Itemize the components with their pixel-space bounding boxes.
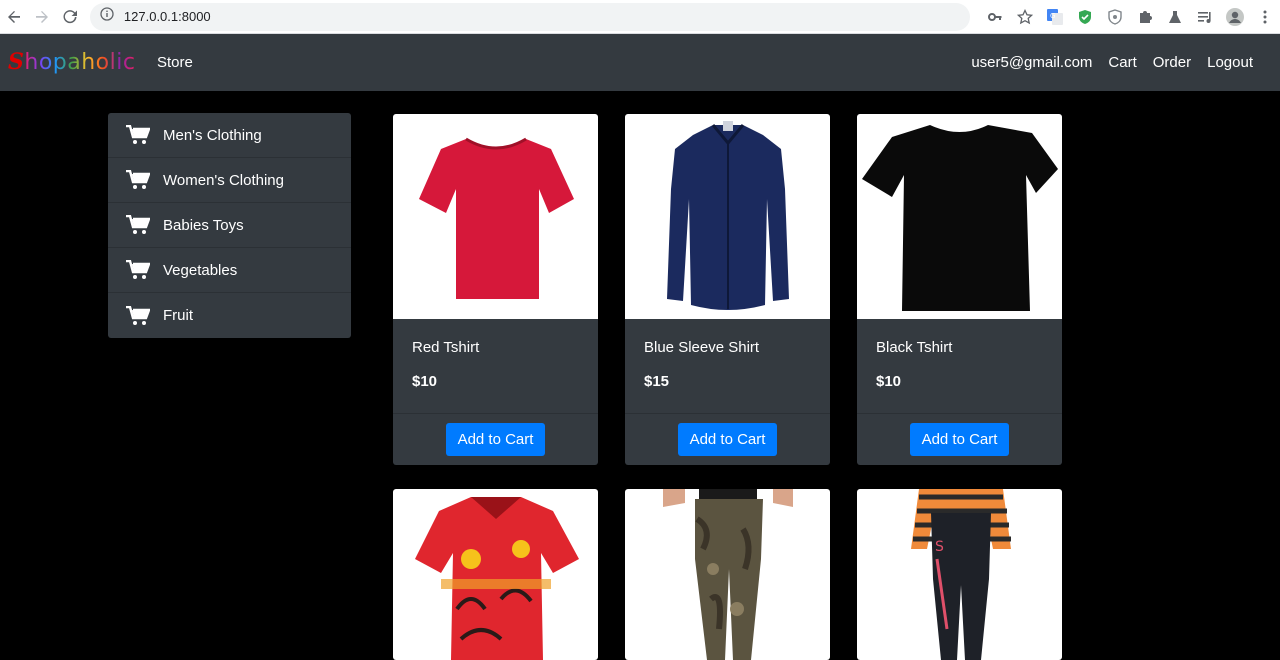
sidebar-item-label: Men's Clothing — [163, 126, 262, 144]
product-price: $15 — [644, 373, 670, 390]
nav-logout-link[interactable]: Logout — [1207, 54, 1253, 71]
sidebar-item-label: Babies Toys — [163, 216, 244, 234]
cargo-pants-image — [662, 489, 793, 660]
cart-icon — [126, 170, 150, 190]
category-sidebar: Men's Clothing Women's Clothing Babies T… — [108, 113, 351, 338]
sidebar-item-label: Vegetables — [163, 261, 238, 279]
tshirt-image — [418, 137, 574, 299]
product-image[interactable] — [857, 114, 1062, 319]
add-to-cart-button[interactable]: Add to Cart — [909, 423, 1010, 456]
sidebar-item-vegetables[interactable]: Vegetables — [108, 248, 351, 293]
nav-user-email[interactable]: user5@gmail.com — [971, 54, 1092, 71]
product-price: $10 — [876, 373, 902, 390]
shield-icon[interactable] — [1100, 2, 1130, 32]
product-price: $10 — [412, 373, 438, 390]
puzzle-icon[interactable] — [1130, 2, 1160, 32]
product-name: Black Tshirt — [876, 339, 953, 356]
address-bar[interactable]: 127.0.0.1:8000 — [89, 2, 970, 31]
tshirt-image — [861, 124, 1058, 311]
cart-icon — [126, 125, 150, 145]
media-icon[interactable] — [1190, 2, 1220, 32]
reload-icon[interactable] — [56, 2, 84, 32]
product-card: Black Tshirt $10 Add to Cart — [857, 114, 1062, 465]
product-card — [625, 489, 830, 660]
sidebar-item-mens-clothing[interactable]: Men's Clothing — [108, 113, 351, 158]
cart-icon — [126, 305, 150, 326]
product-card — [393, 489, 598, 660]
back-icon[interactable] — [0, 2, 28, 32]
nav-cart-link[interactable]: Cart — [1108, 54, 1136, 71]
product-name: Red Tshirt — [412, 339, 480, 356]
product-name: Blue Sleeve Shirt — [644, 339, 760, 356]
product-card: S — [857, 489, 1062, 660]
key-icon[interactable] — [980, 2, 1010, 32]
add-to-cart-button[interactable]: Add to Cart — [677, 423, 778, 456]
shirt-image — [666, 120, 789, 310]
menu-icon[interactable] — [1250, 2, 1280, 32]
forward-icon[interactable] — [28, 2, 56, 32]
brand-rest: hopaholic — [24, 50, 136, 75]
sidebar-item-label: Fruit — [163, 307, 193, 324]
profile-icon[interactable] — [1220, 2, 1250, 32]
track-pants-image: S — [910, 489, 1011, 660]
product-image[interactable] — [393, 114, 598, 319]
sidebar-item-fruit[interactable]: Fruit — [108, 293, 351, 338]
translate-icon[interactable]: G — [1040, 2, 1070, 32]
product-image[interactable] — [625, 489, 830, 660]
sidebar-item-womens-clothing[interactable]: Women's Clothing — [108, 158, 351, 203]
star-icon[interactable] — [1010, 2, 1040, 32]
product-card: Blue Sleeve Shirt $15 Add to Cart — [625, 114, 830, 465]
site-navbar: Shopaholic Store user5@gmail.com Cart Or… — [0, 34, 1280, 91]
cart-icon — [126, 260, 150, 280]
product-card: Red Tshirt $10 Add to Cart — [393, 114, 598, 465]
url-text: 127.0.0.1:8000 — [123, 9, 211, 24]
sidebar-item-babies-toys[interactable]: Babies Toys — [108, 203, 351, 248]
nav-store-link[interactable]: Store — [157, 54, 193, 71]
browser-toolbar: 127.0.0.1:8000 G — [0, 0, 1280, 34]
nav-order-link[interactable]: Order — [1153, 54, 1191, 71]
cart-icon — [126, 215, 150, 235]
extension-bar: G — [980, 2, 1280, 32]
svg-text:G: G — [1050, 12, 1055, 20]
svg-text:S: S — [935, 539, 944, 555]
add-to-cart-button[interactable]: Add to Cart — [445, 423, 546, 456]
product-image[interactable]: S — [857, 489, 1062, 660]
info-icon[interactable] — [100, 7, 114, 26]
flask-icon[interactable] — [1160, 2, 1190, 32]
product-image[interactable] — [393, 489, 598, 660]
shield-check-icon[interactable] — [1070, 2, 1100, 32]
hawaiian-shirt-image — [414, 497, 579, 660]
brand-logo[interactable]: Shopaholic — [8, 49, 135, 75]
sidebar-item-label: Women's Clothing — [163, 171, 284, 189]
product-image[interactable] — [625, 114, 830, 319]
